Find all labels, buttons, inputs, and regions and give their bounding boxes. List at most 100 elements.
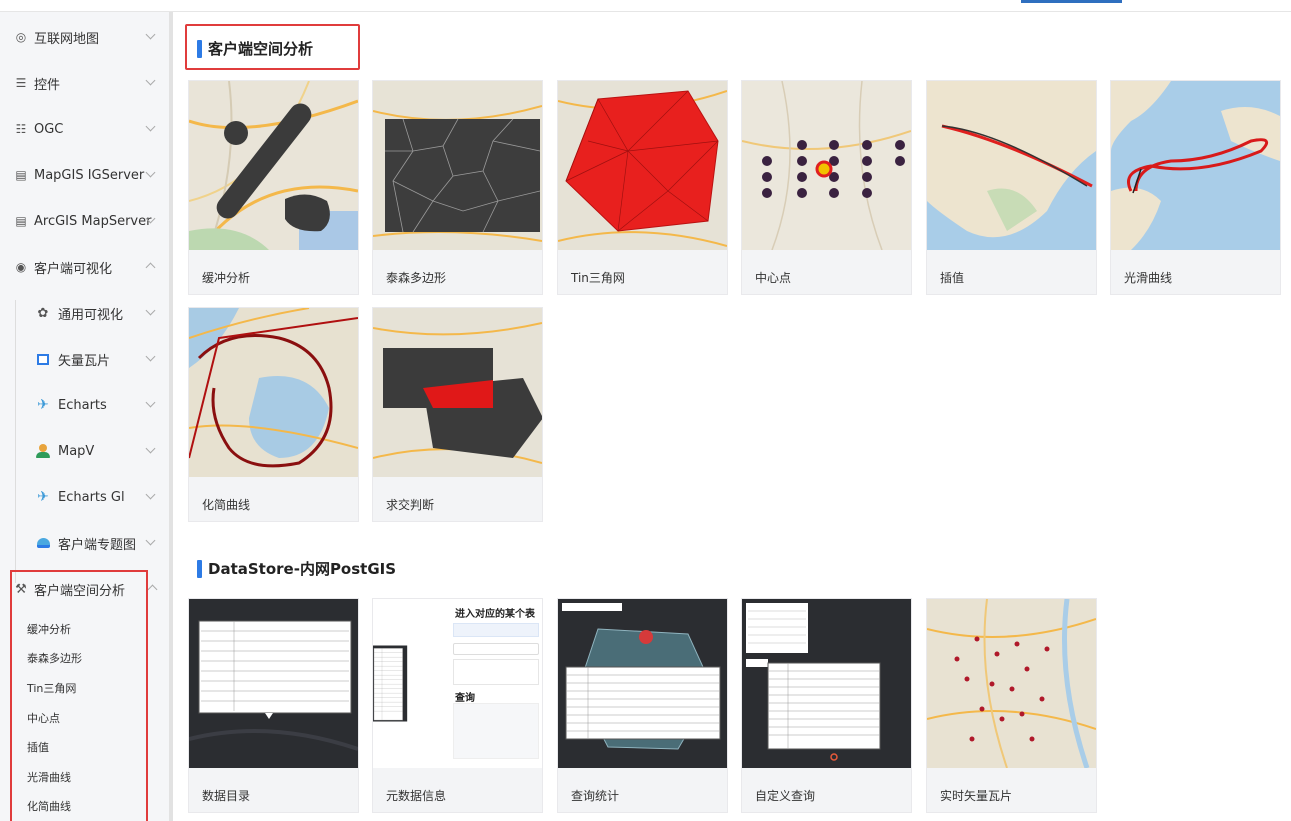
metadata-search (453, 643, 539, 655)
card-thumbnail (558, 81, 727, 250)
chevron-down-icon (145, 121, 156, 132)
sidebar-item-label: Echarts (58, 397, 107, 413)
card-thumbnail (189, 308, 358, 477)
sidebar-item-label: 控件 (34, 77, 61, 93)
chevron-up-icon (145, 262, 156, 273)
card-label: 查询统计 (571, 789, 620, 803)
metadata-table (453, 659, 539, 685)
chevron-down-icon (145, 397, 156, 408)
chevron-down-icon (145, 351, 156, 362)
server-icon: ▤ (15, 214, 27, 228)
chevron-down-icon (145, 167, 156, 178)
list-icon: ☷ (15, 122, 27, 136)
tile-icon (36, 352, 50, 366)
eye-icon: ◉ (15, 260, 27, 274)
card-label: 光滑曲线 (1124, 271, 1173, 285)
sidebar-subitem-vector-tile[interactable]: 矢量瓦片 (16, 336, 168, 382)
card-thumbnail (927, 81, 1096, 250)
sidebar-item-label: 客户端专题图 (58, 537, 137, 553)
sidebar-subitem-general-vis[interactable]: ✿ 通用可视化 (16, 290, 168, 336)
section-title-datastore: DataStore-内网PostGIS (197, 558, 396, 579)
metadata-query-heading: 查询 (455, 693, 475, 704)
theme-map-icon (36, 536, 50, 550)
chevron-down-icon (145, 75, 156, 86)
card-thumbnail (373, 81, 542, 250)
title-accent-bar (197, 39, 202, 58)
sidebar-highlight-box (10, 570, 148, 821)
sidebar-scrollbar[interactable] (169, 12, 173, 821)
sidebar-item-label: MapGIS IGServer (34, 167, 145, 183)
card-label: 数据目录 (202, 789, 251, 803)
mapv-icon (36, 444, 50, 458)
sidebar-item-internet-map[interactable]: ◎ 互联网地图 (0, 14, 168, 60)
card-simplify-curve[interactable]: 化简曲线 (188, 307, 359, 522)
section-title-spatial-analysis: 客户端空间分析 (197, 38, 313, 59)
echarts-icon: ✈ (37, 397, 49, 413)
metadata-code-block (453, 703, 539, 759)
sidebar-item-label: ArcGIS MapServer (34, 213, 152, 229)
sidebar-item-label: 矢量瓦片 (58, 353, 111, 369)
card-voronoi[interactable]: 泰森多边形 (372, 80, 543, 295)
card-buffer-analysis[interactable]: 缓冲分析 (188, 80, 359, 295)
card-label: 插值 (940, 271, 965, 285)
chevron-down-icon (145, 443, 156, 454)
server-icon: ▤ (15, 168, 27, 182)
card-interpolation[interactable]: 插值 (926, 80, 1097, 295)
echarts-gl-icon: ✈ (37, 489, 49, 505)
globe-icon: ◎ (15, 30, 27, 44)
sidebar-item-client-visualization[interactable]: ◉ 客户端可视化 (0, 244, 168, 290)
card-thumbnail (189, 81, 358, 250)
sidebar-subitem-echarts[interactable]: ✈ Echarts (16, 382, 168, 428)
card-label: 元数据信息 (386, 789, 447, 803)
sidebar-subitem-mapv[interactable]: MapV (16, 428, 168, 474)
card-thumbnail (742, 81, 911, 250)
sidebar-item-label: OGC (34, 121, 64, 137)
card-thumbnail (742, 599, 911, 768)
card-thumbnail: 进入对应的某个表 查询 (373, 599, 542, 768)
card-thumbnail (189, 599, 358, 768)
sidebar-subitem-echarts-gl[interactable]: ✈ Echarts Gl (16, 474, 168, 520)
card-label: Tin三角网 (571, 271, 625, 285)
sidebar-subitem-theme-map[interactable]: 客户端专题图 (16, 520, 168, 566)
card-label: 化简曲线 (202, 498, 251, 512)
sidebar-item-label: 通用可视化 (58, 307, 124, 323)
chevron-up-icon (147, 584, 158, 595)
card-center-point[interactable]: 中心点 (741, 80, 912, 295)
card-tin[interactable]: Tin三角网 (557, 80, 728, 295)
card-thumbnail (927, 599, 1096, 768)
active-tab-indicator (1021, 0, 1122, 3)
card-data-catalog[interactable]: 数据目录 (188, 598, 359, 813)
card-label: 中心点 (755, 271, 792, 285)
card-label: 实时矢量瓦片 (940, 789, 1013, 803)
chevron-down-icon (145, 489, 156, 500)
card-query-statistics[interactable]: 查询统计 (557, 598, 728, 813)
card-thumbnail (558, 599, 727, 768)
card-custom-query[interactable]: 自定义查询 (741, 598, 912, 813)
card-metadata-info[interactable]: 进入对应的某个表 查询 元数据信息 (372, 598, 543, 813)
section-title-text: DataStore-内网PostGIS (208, 560, 397, 578)
card-thumbnail (373, 308, 542, 477)
sidebar-item-label: 客户端可视化 (34, 261, 113, 277)
sidebar-item-mapgis-igserver[interactable]: ▤ MapGIS IGServer (0, 152, 168, 198)
cluster-icon: ✿ (37, 305, 49, 321)
sidebar-item-label: 互联网地图 (34, 31, 100, 47)
title-accent-bar (197, 559, 202, 578)
metadata-breadcrumb (453, 623, 539, 637)
sidebar-item-arcgis-mapserver[interactable]: ▤ ArcGIS MapServer (0, 198, 168, 244)
chevron-down-icon (145, 305, 156, 316)
section-title-text: 客户端空间分析 (208, 40, 314, 58)
card-label: 缓冲分析 (202, 271, 251, 285)
card-intersection[interactable]: 求交判断 (372, 307, 543, 522)
sidebar-item-ogc[interactable]: ☷ OGC (0, 106, 168, 152)
metadata-heading: 进入对应的某个表 (455, 609, 535, 620)
card-label: 泰森多边形 (386, 271, 447, 285)
sidebar-item-label: MapV (58, 443, 95, 459)
top-nav-bar (0, 0, 1291, 12)
chevron-down-icon (145, 535, 156, 546)
sidebar-item-label: Echarts Gl (58, 489, 125, 505)
card-thumbnail (1111, 81, 1280, 250)
card-smooth-curve[interactable]: 光滑曲线 (1110, 80, 1281, 295)
card-realtime-vector-tile[interactable]: 实时矢量瓦片 (926, 598, 1097, 813)
sidebar-item-controls[interactable]: ☰ 控件 (0, 60, 168, 106)
card-label: 自定义查询 (755, 789, 816, 803)
